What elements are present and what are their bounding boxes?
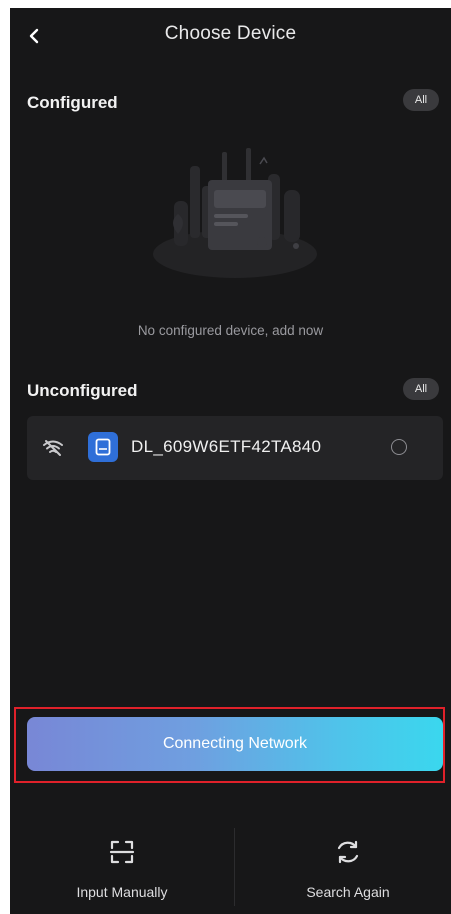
refresh-icon — [337, 840, 359, 864]
empty-state-illustration — [153, 148, 317, 278]
page-title: Choose Device — [164, 23, 297, 44]
connecting-network-button[interactable]: Connecting Network — [27, 717, 443, 771]
bottom-action-bar: Input Manually Search Again — [10, 818, 451, 914]
bottom-divider — [234, 828, 235, 906]
unconfigured-section-title: Unconfigured — [27, 381, 138, 400]
device-name: DL_609W6ETF42TA840 — [131, 437, 322, 456]
choose-device-screen: Choose Device Configured All No configur… — [10, 8, 451, 914]
scan-frame-icon — [109, 840, 135, 864]
device-icon — [88, 432, 118, 462]
configured-section-title: Configured — [27, 93, 118, 112]
header: Choose Device — [10, 8, 451, 64]
device-list-item[interactable]: DL_609W6ETF42TA840 — [27, 416, 443, 480]
search-again-button[interactable]: Search Again — [248, 828, 448, 910]
unconfigured-all-button[interactable]: All — [403, 378, 439, 400]
empty-state-text: No configured device, add now — [137, 323, 324, 338]
input-manually-button[interactable]: Input Manually — [22, 828, 222, 910]
device-select-radio[interactable] — [391, 439, 407, 455]
wifi-icon — [43, 440, 63, 456]
configured-all-button[interactable]: All — [403, 89, 439, 111]
input-manually-label: Input Manually — [76, 884, 168, 900]
search-again-label: Search Again — [306, 884, 390, 900]
